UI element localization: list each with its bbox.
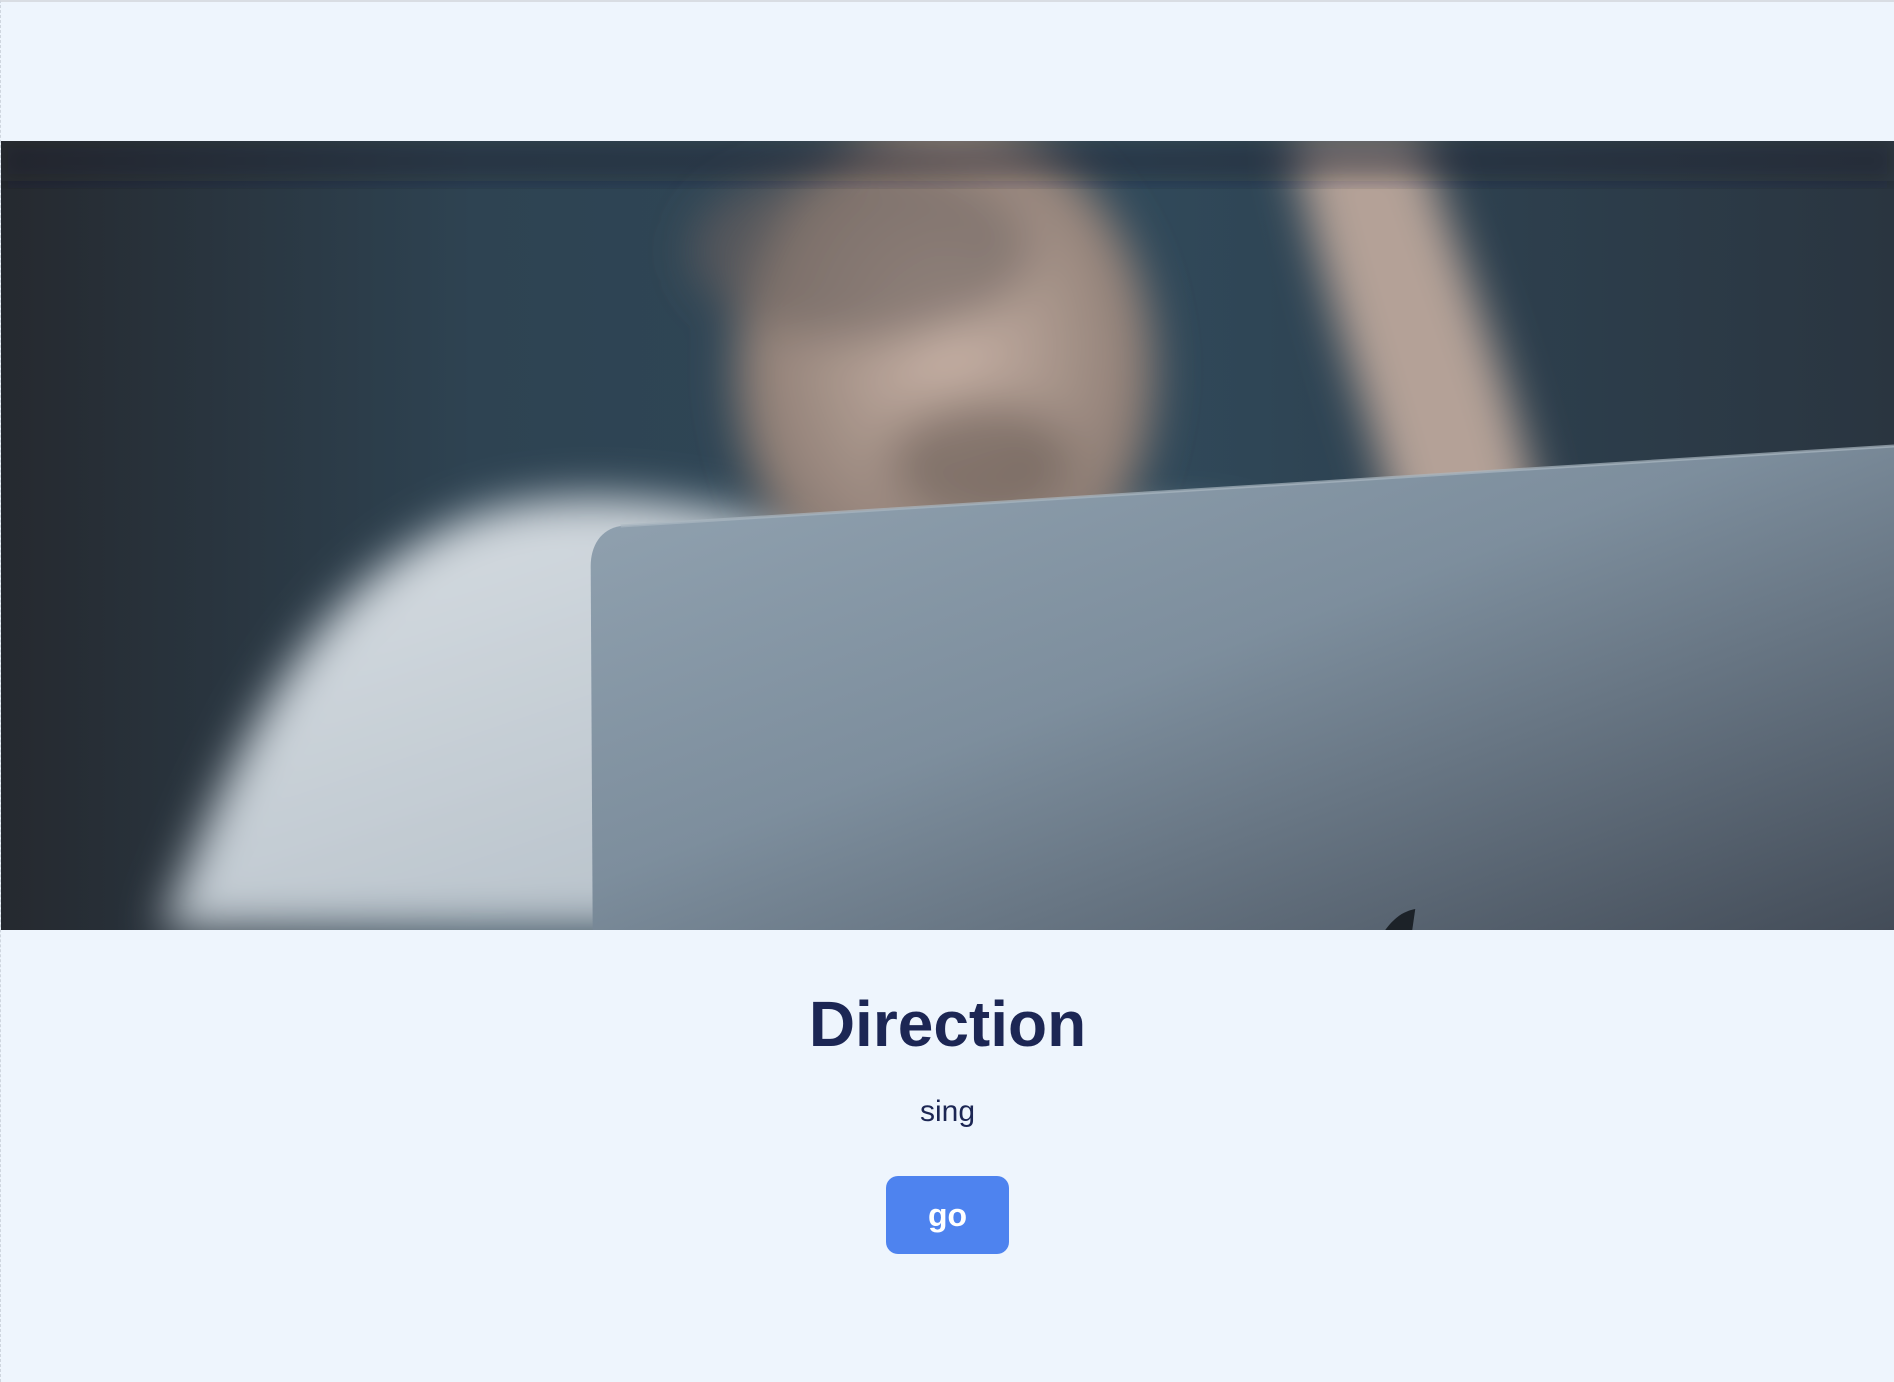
page: Direction sing go: [0, 0, 1894, 1382]
hero-image: [1, 141, 1894, 930]
hero-photo-illustration: [1, 141, 1894, 930]
top-spacer: [1, 2, 1894, 141]
go-button[interactable]: go: [886, 1176, 1009, 1254]
page-subtitle: sing: [919, 1095, 976, 1128]
page-title: Direction: [808, 988, 1087, 1060]
main-content: Direction sing go: [1, 930, 1894, 1254]
